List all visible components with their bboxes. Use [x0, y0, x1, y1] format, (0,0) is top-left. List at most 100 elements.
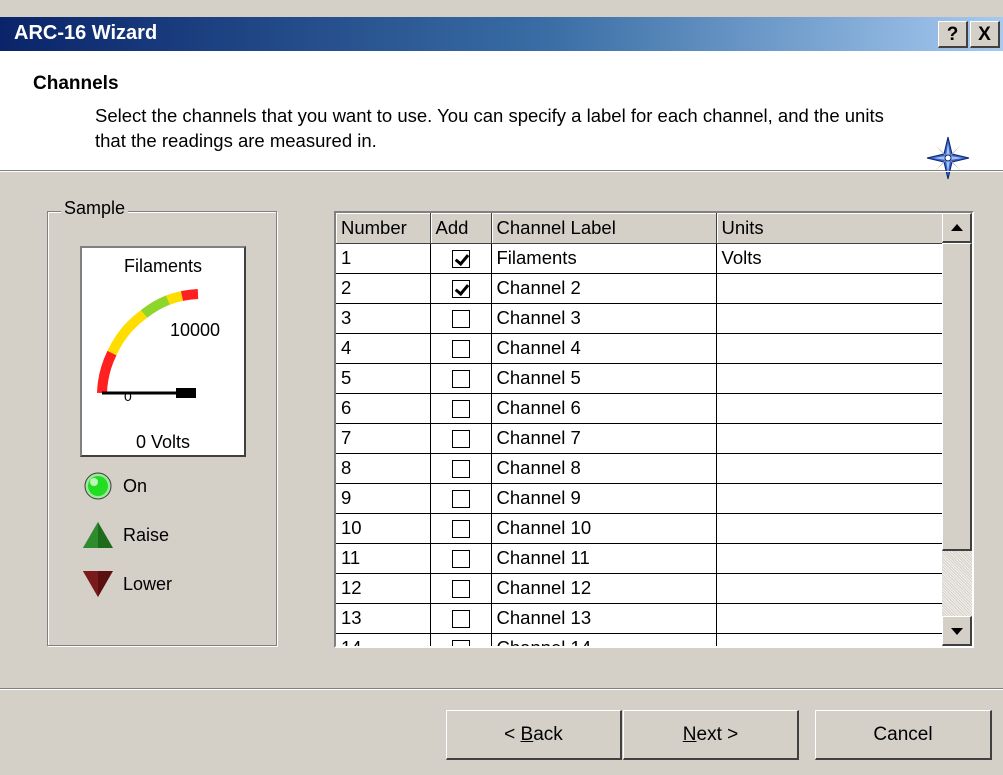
table-row[interactable]: 1 Filaments Volts — [336, 243, 943, 274]
add-checkbox[interactable] — [451, 310, 470, 329]
cell-number[interactable]: 5 — [336, 363, 431, 394]
cell-number[interactable]: 3 — [336, 303, 431, 334]
title-bar[interactable]: ARC-16 Wizard ? X — [0, 17, 1003, 51]
add-checkbox[interactable] — [451, 460, 470, 479]
cell-add[interactable] — [430, 303, 492, 334]
cell-number[interactable]: 8 — [336, 453, 431, 484]
table-row[interactable]: 12 Channel 12 — [336, 573, 943, 604]
cell-label[interactable]: Channel 8 — [491, 453, 717, 484]
back-button[interactable]: < Back — [446, 710, 622, 760]
indicator-on-label: On — [123, 475, 148, 496]
cell-number[interactable]: 6 — [336, 393, 431, 424]
cell-number[interactable]: 2 — [336, 273, 431, 304]
cell-number[interactable]: 13 — [336, 603, 431, 634]
cell-units[interactable] — [716, 603, 943, 634]
table-row[interactable]: 7 Channel 7 — [336, 423, 943, 454]
cell-add[interactable] — [430, 513, 492, 544]
table-row[interactable]: 5 Channel 5 — [336, 363, 943, 394]
cell-label[interactable]: Channel 2 — [491, 273, 717, 304]
cell-units[interactable] — [716, 393, 943, 424]
cell-units[interactable] — [716, 633, 943, 646]
add-checkbox[interactable] — [451, 430, 470, 449]
cell-add[interactable] — [430, 603, 492, 634]
add-checkbox[interactable] — [451, 610, 470, 629]
column-header-add[interactable]: Add — [430, 213, 492, 244]
scroll-thumb[interactable] — [942, 243, 972, 551]
cell-units[interactable] — [716, 573, 943, 604]
cell-add[interactable] — [430, 393, 492, 424]
cell-units[interactable] — [716, 273, 943, 304]
cell-label[interactable]: Channel 12 — [491, 573, 717, 604]
close-button[interactable]: X — [970, 21, 1000, 48]
cell-units[interactable] — [716, 423, 943, 454]
cell-label[interactable]: Channel 11 — [491, 543, 717, 574]
cell-number[interactable]: 12 — [336, 573, 431, 604]
help-button[interactable]: ? — [938, 21, 968, 48]
cell-label[interactable]: Channel 4 — [491, 333, 717, 364]
add-checkbox[interactable] — [451, 520, 470, 539]
cell-label[interactable]: Channel 9 — [491, 483, 717, 514]
cell-units[interactable] — [716, 513, 943, 544]
table-row[interactable]: 13 Channel 13 — [336, 603, 943, 634]
cell-add[interactable] — [430, 273, 492, 304]
cell-units[interactable] — [716, 333, 943, 364]
cell-label[interactable]: Channel 5 — [491, 363, 717, 394]
cell-number[interactable]: 1 — [336, 243, 431, 274]
cell-add[interactable] — [430, 243, 492, 274]
add-checkbox[interactable] — [451, 490, 470, 509]
cell-add[interactable] — [430, 543, 492, 574]
cell-units[interactable] — [716, 543, 943, 574]
cell-add[interactable] — [430, 483, 492, 514]
cell-number[interactable]: 4 — [336, 333, 431, 364]
cell-add[interactable] — [430, 633, 492, 646]
cell-label[interactable]: Channel 10 — [491, 513, 717, 544]
cell-label[interactable]: Channel 14 — [491, 633, 717, 646]
cell-add[interactable] — [430, 423, 492, 454]
cell-units[interactable] — [716, 453, 943, 484]
cell-add[interactable] — [430, 363, 492, 394]
vertical-scrollbar[interactable] — [942, 213, 972, 646]
cell-number[interactable]: 10 — [336, 513, 431, 544]
add-checkbox[interactable] — [451, 640, 470, 646]
table-row[interactable]: 2 Channel 2 — [336, 273, 943, 304]
add-checkbox[interactable] — [451, 580, 470, 599]
cell-label[interactable]: Channel 7 — [491, 423, 717, 454]
add-checkbox[interactable] — [451, 370, 470, 389]
cell-add[interactable] — [430, 573, 492, 604]
column-header-number[interactable]: Number — [336, 213, 431, 244]
add-checkbox[interactable] — [451, 280, 470, 299]
add-checkbox[interactable] — [451, 340, 470, 359]
table-row[interactable]: 4 Channel 4 — [336, 333, 943, 364]
cell-add[interactable] — [430, 333, 492, 364]
table-row[interactable]: 10 Channel 10 — [336, 513, 943, 544]
cell-label[interactable]: Channel 13 — [491, 603, 717, 634]
cell-number[interactable]: 14 — [336, 633, 431, 646]
table-row[interactable]: 9 Channel 9 — [336, 483, 943, 514]
add-checkbox[interactable] — [451, 400, 470, 419]
cell-units[interactable] — [716, 303, 943, 334]
cell-units[interactable] — [716, 363, 943, 394]
cell-add[interactable] — [430, 453, 492, 484]
column-header-label[interactable]: Channel Label — [491, 213, 717, 244]
table-row[interactable]: 11 Channel 11 — [336, 543, 943, 574]
table-row[interactable]: 3 Channel 3 — [336, 303, 943, 334]
cell-number[interactable]: 11 — [336, 543, 431, 574]
add-checkbox[interactable] — [451, 550, 470, 569]
cell-number[interactable]: 9 — [336, 483, 431, 514]
cell-label[interactable]: Channel 3 — [491, 303, 717, 334]
add-checkbox[interactable] — [451, 250, 470, 269]
cancel-button[interactable]: Cancel — [815, 710, 992, 760]
cell-label[interactable]: Channel 6 — [491, 393, 717, 424]
column-header-units[interactable]: Units — [716, 213, 943, 244]
table-row[interactable]: 14 Channel 14 — [336, 633, 943, 646]
cell-units[interactable]: Volts — [716, 243, 943, 274]
channels-grid[interactable]: Number Add Channel Label Units 1 Filament… — [334, 211, 974, 648]
cell-number[interactable]: 7 — [336, 423, 431, 454]
scroll-down-button[interactable] — [942, 616, 972, 646]
cell-units[interactable] — [716, 483, 943, 514]
next-button[interactable]: Next > — [623, 710, 799, 760]
cell-label[interactable]: Filaments — [491, 243, 717, 274]
table-row[interactable]: 6 Channel 6 — [336, 393, 943, 424]
table-row[interactable]: 8 Channel 8 — [336, 453, 943, 484]
scroll-up-button[interactable] — [942, 213, 972, 243]
